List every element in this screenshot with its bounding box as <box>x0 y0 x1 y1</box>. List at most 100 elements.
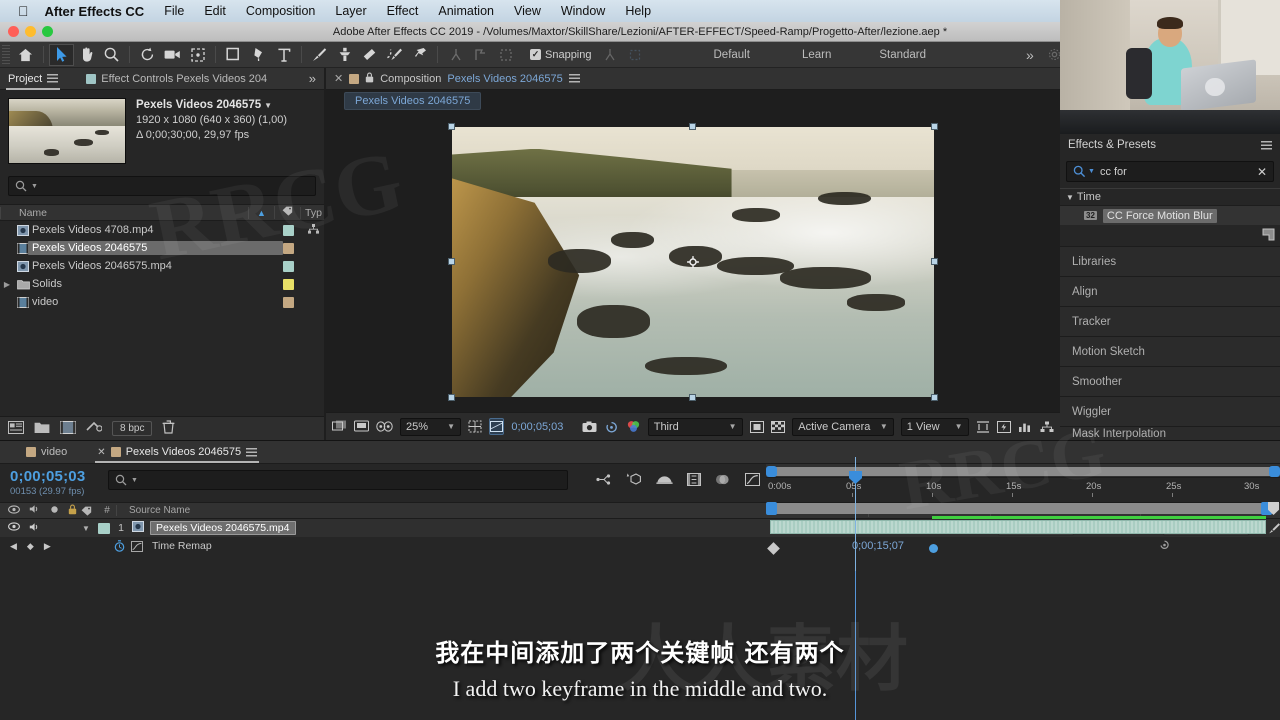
composition-tab-name[interactable]: Pexels Videos 2046575 <box>447 73 562 85</box>
panel-wiggler[interactable]: Wiggler <box>1060 397 1280 427</box>
pixel-aspect-icon[interactable] <box>976 418 990 435</box>
minimize-window-button[interactable] <box>25 26 36 37</box>
label-color-swatch[interactable] <box>283 260 294 272</box>
column-type[interactable]: Typ <box>300 206 324 219</box>
draft-3d-icon[interactable] <box>626 472 642 491</box>
motion-blur-icon[interactable] <box>715 473 731 491</box>
timeline-icon[interactable] <box>1018 418 1032 435</box>
puppet-advanced-tool-icon[interactable] <box>493 44 518 66</box>
selection-handle[interactable] <box>448 394 455 401</box>
safe-margins-icon[interactable] <box>489 418 505 435</box>
region-of-interest-icon[interactable] <box>376 418 393 435</box>
work-area-bar-top[interactable] <box>768 467 1278 476</box>
composition-mini-flowchart-icon[interactable] <box>596 473 612 491</box>
panel-tracker[interactable]: Tracker <box>1060 307 1280 337</box>
layer-bar-handle-icon[interactable] <box>1268 521 1280 539</box>
chevron-down-icon[interactable]: ▼ <box>1066 193 1074 202</box>
apple-icon[interactable]:  <box>18 4 29 18</box>
graph-editor-icon[interactable] <box>745 472 760 491</box>
close-window-button[interactable] <box>8 26 19 37</box>
toolbar-grip[interactable] <box>2 44 10 65</box>
composition-timecode[interactable]: 0;00;05;03 <box>511 421 575 433</box>
composition-viewer[interactable] <box>326 112 1060 412</box>
keyframe-marker[interactable] <box>929 544 938 553</box>
snapshot-icon[interactable] <box>582 418 597 435</box>
resize-handle-icon[interactable] <box>1261 227 1276 247</box>
roto-brush-tool-icon[interactable] <box>382 44 407 66</box>
index-column-header[interactable]: # <box>98 505 116 516</box>
label-color-swatch[interactable] <box>283 242 294 254</box>
work-area-end-handle[interactable] <box>1269 466 1280 477</box>
puppet-overlap-tool-icon[interactable] <box>443 44 468 66</box>
panel-menu-icon[interactable] <box>246 447 258 457</box>
color-depth-icon[interactable] <box>86 421 103 437</box>
close-icon[interactable]: ✕ <box>334 72 343 85</box>
work-area-start-marker[interactable] <box>766 502 777 515</box>
menu-animation[interactable]: Animation <box>438 4 494 18</box>
toggle-mask-icon[interactable] <box>332 418 347 435</box>
text-tool-icon[interactable] <box>271 44 296 66</box>
current-time-display[interactable]: 0;00;05;03 00153 (29.97 fps) <box>0 464 100 497</box>
menu-file[interactable]: File <box>164 4 184 18</box>
magnification-dropdown[interactable]: 25% ▼ <box>400 417 461 436</box>
snapping-toggle[interactable]: ✓ Snapping <box>530 49 592 61</box>
panel-menu-icon[interactable] <box>568 74 580 83</box>
lock-icon[interactable] <box>365 72 374 86</box>
pen-tool-icon[interactable] <box>246 44 271 66</box>
selection-handle[interactable] <box>448 258 455 265</box>
panel-motion-sketch[interactable]: Motion Sketch <box>1060 337 1280 367</box>
work-area-bar[interactable] <box>770 503 1272 514</box>
work-area-start-handle[interactable] <box>766 466 777 477</box>
zoom-tool-icon[interactable] <box>99 44 124 66</box>
trash-icon[interactable] <box>162 420 175 437</box>
workspace-default[interactable]: Default <box>714 49 750 61</box>
disclosure-triangle[interactable]: ▶ <box>0 280 14 289</box>
layer-label-color[interactable] <box>98 522 110 534</box>
tab-effect-controls[interactable]: Effect Controls Pexels Videos 204 <box>78 68 275 90</box>
panel-libraries[interactable]: Libraries <box>1060 247 1280 277</box>
audio-icon[interactable] <box>29 522 41 535</box>
fast-preview-icon[interactable] <box>997 418 1012 435</box>
show-channel-icon[interactable] <box>354 418 369 435</box>
new-folder-icon[interactable] <box>34 421 50 437</box>
panel-mask-interpolation[interactable]: Mask Interpolation <box>1060 427 1280 441</box>
rotation-tool-icon[interactable] <box>135 44 160 66</box>
views-dropdown[interactable]: 1 View ▼ <box>900 417 969 436</box>
next-keyframe-icon[interactable]: ▶ <box>44 541 51 552</box>
layer-disclosure-triangle[interactable]: ▼ <box>74 524 98 533</box>
comp-flowchart-icon[interactable] <box>1040 418 1054 435</box>
eraser-tool-icon[interactable] <box>357 44 382 66</box>
grid-icon[interactable] <box>468 418 482 435</box>
tab-pexels-comp[interactable]: ✕ Pexels Videos 2046575 <box>89 441 265 463</box>
macos-app-name[interactable]: After Effects CC <box>45 4 145 19</box>
menu-edit[interactable]: Edit <box>204 4 226 18</box>
panel-smoother[interactable]: Smoother <box>1060 367 1280 397</box>
layer-name-cell[interactable]: Pexels Videos 2046575.mp4 <box>132 521 868 535</box>
workspace-standard[interactable]: Standard <box>879 49 926 61</box>
label-color-swatch[interactable] <box>283 278 294 290</box>
menu-view[interactable]: View <box>514 4 541 18</box>
selection-handle[interactable] <box>931 258 938 265</box>
camera-dropdown[interactable]: Active Camera ▼ <box>792 417 894 436</box>
selection-handle[interactable] <box>448 123 455 130</box>
tab-project[interactable]: Project <box>0 68 66 90</box>
composition-frame[interactable] <box>448 123 938 401</box>
selection-handle[interactable] <box>689 123 696 130</box>
panel-menu-icon[interactable] <box>47 74 59 83</box>
effects-search-input[interactable]: ▼ cc for ✕ <box>1066 161 1274 182</box>
panel-align[interactable]: Align <box>1060 277 1280 307</box>
hide-shy-layers-icon[interactable] <box>656 473 673 491</box>
menu-effect[interactable]: Effect <box>387 4 419 18</box>
frame-blending-icon[interactable] <box>687 472 701 491</box>
clone-stamp-tool-icon[interactable] <box>332 44 357 66</box>
project-list-item[interactable]: Pexels Videos 2046575 <box>0 239 324 257</box>
snapping-scale-icon[interactable] <box>623 44 648 66</box>
close-icon[interactable]: ✕ <box>97 447 105 458</box>
selection-handle[interactable] <box>931 394 938 401</box>
project-search-input[interactable]: ▼ <box>8 176 316 196</box>
timeline-search-input[interactable]: ▼ <box>108 470 568 490</box>
label-column-header[interactable] <box>74 506 98 516</box>
snapping-checkbox[interactable]: ✓ <box>530 49 541 60</box>
shape-tool-icon[interactable] <box>221 44 246 66</box>
layer-duration-bar[interactable] <box>770 520 1266 534</box>
